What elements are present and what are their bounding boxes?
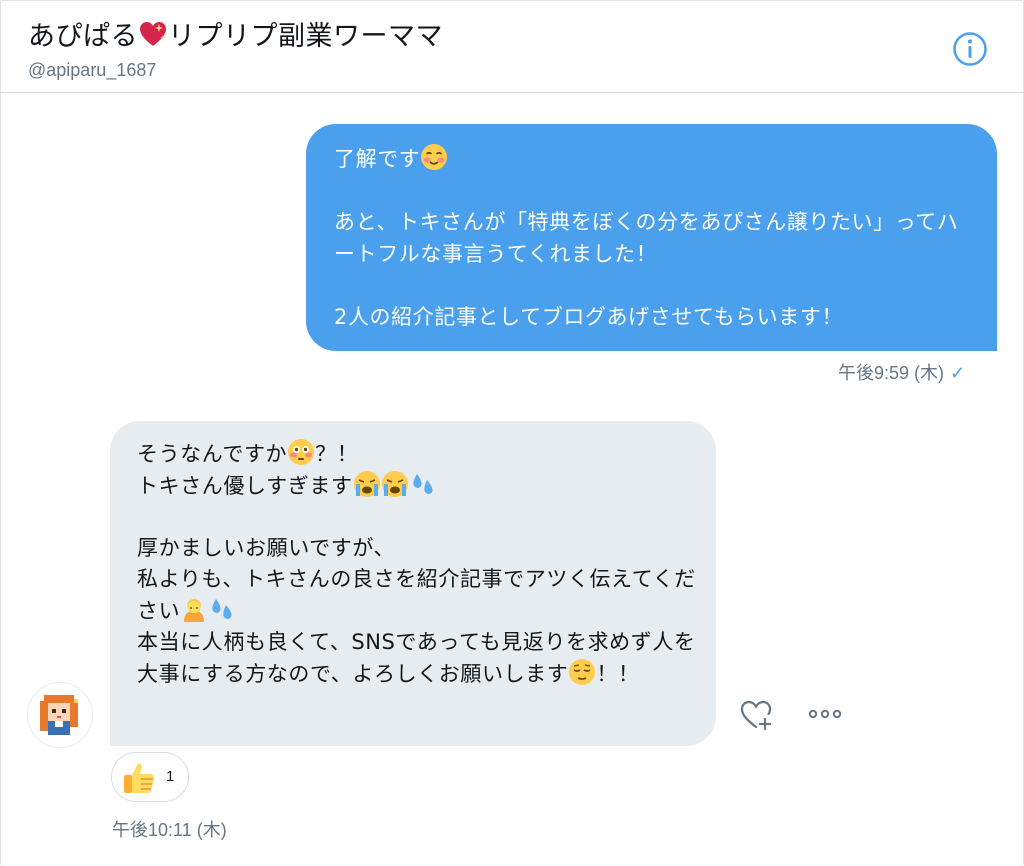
sweat-droplets-icon bbox=[208, 595, 236, 623]
more-dots-icon[interactable] bbox=[806, 702, 844, 726]
smiling-face-icon bbox=[420, 143, 448, 171]
sent-message-bubble[interactable]: 了解です あと、トキさんが「特典をぼくの分をあぴさん譲りたい」ってハートフルな事… bbox=[306, 124, 997, 351]
conversation-header: あぴぱる リプリプ副業ワーママ @apiparu_1687 bbox=[0, 0, 1024, 93]
relieved-face-icon bbox=[568, 658, 596, 686]
title-name-suffix: リプリプ副業ワーママ bbox=[168, 21, 443, 52]
pixel-art-avatar-icon bbox=[40, 695, 78, 735]
flushed-face-icon bbox=[287, 438, 315, 466]
checkmark-icon: ✓ bbox=[950, 363, 966, 383]
reaction-count: 1 bbox=[166, 768, 175, 785]
crying-face-icon bbox=[353, 470, 381, 498]
title-name-prefix: あぴぱる bbox=[28, 21, 138, 52]
sent-line1: 了解です bbox=[334, 147, 421, 171]
user-handle: @apiparu_1687 bbox=[28, 60, 157, 80]
sent-timestamp: 午後9:59 (木) ✓ bbox=[838, 359, 965, 385]
received-line1-end: ？！ bbox=[315, 442, 359, 466]
avatar[interactable] bbox=[27, 682, 93, 748]
sent-timestamp-text: 午後9:59 (木) bbox=[838, 363, 945, 383]
received-paragraph2-line1: 厚かましいお願いですが、 bbox=[137, 536, 396, 560]
received-message-bubble[interactable]: そうなんですか？！ トキさん優しすぎます 厚かましいお願いですが、 私よりも、ト… bbox=[110, 421, 716, 746]
reaction-pill[interactable]: 1 bbox=[111, 752, 189, 802]
received-paragraph2-line3-end: ！！ bbox=[596, 662, 640, 686]
info-icon[interactable] bbox=[952, 31, 988, 67]
person-bowing-icon bbox=[180, 595, 208, 623]
sent-paragraph3: 2人の紹介記事としてブログあげさせてもらいます！ bbox=[334, 304, 844, 329]
received-timestamp: 午後10:11 (木) bbox=[112, 820, 227, 840]
received-line2: トキさん優しすぎます bbox=[137, 474, 353, 498]
heart-plus-icon[interactable] bbox=[739, 698, 775, 732]
sweat-droplets-icon bbox=[409, 470, 437, 498]
conversation-title: あぴぱる リプリプ副業ワーママ bbox=[28, 14, 443, 55]
sent-paragraph2: あと、トキさんが「特典をぼくの分をあぴさん譲りたい」ってハートフルな事言うてくれ… bbox=[334, 210, 959, 266]
sparkling-heart-icon bbox=[138, 20, 168, 55]
thumbs-up-icon bbox=[121, 760, 157, 800]
crying-face-icon bbox=[381, 470, 409, 498]
received-line1: そうなんですか bbox=[137, 442, 288, 466]
